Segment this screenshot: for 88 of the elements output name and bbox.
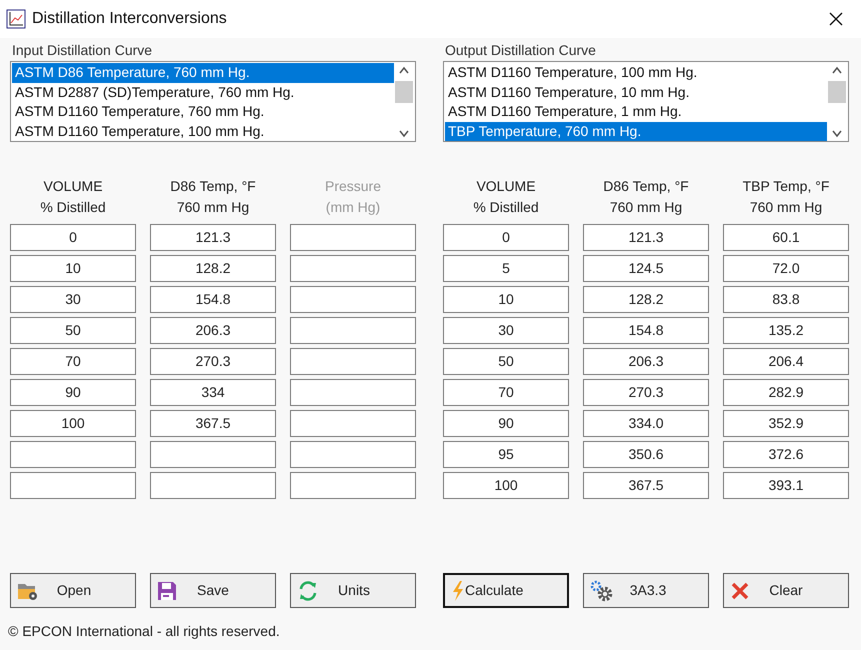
input-field[interactable]: 270.3 bbox=[150, 348, 276, 375]
input-field[interactable]: 83.8 bbox=[723, 286, 849, 313]
input-field[interactable]: 372.6 bbox=[723, 441, 849, 468]
input-field[interactable]: 0 bbox=[10, 224, 136, 251]
input-field[interactable] bbox=[290, 472, 416, 499]
input-field[interactable] bbox=[10, 441, 136, 468]
input-field[interactable]: 90 bbox=[443, 410, 569, 437]
input-field[interactable]: 50 bbox=[10, 317, 136, 344]
column-heading: Pressure (mm Hg) bbox=[324, 177, 382, 217]
input-field[interactable] bbox=[290, 255, 416, 282]
input-field[interactable]: 154.8 bbox=[583, 317, 709, 344]
scroll-thumb[interactable] bbox=[828, 81, 846, 103]
input-field[interactable]: 367.5 bbox=[583, 472, 709, 499]
input-field[interactable]: 334.0 bbox=[583, 410, 709, 437]
list-item[interactable]: ASTM D1160 Temperature, 10 mm Hg. bbox=[445, 82, 827, 102]
input-field[interactable]: 393.1 bbox=[723, 472, 849, 499]
column-heading: D86 Temp, °F 760 mm Hg bbox=[602, 177, 690, 217]
list-item[interactable]: ASTM D2887 (SD)Temperature, 760 mm Hg. bbox=[12, 82, 394, 102]
input-field[interactable] bbox=[150, 441, 276, 468]
input-curve-listbox[interactable]: ASTM D86 Temperature, 760 mm Hg. ASTM D2887 (SD)Temperature, 760 mm Hg. ASTM D1160 Temperature, 760 mm Hg. ASTM D1160 Temperature, 100 mm Hg. bbox=[10, 61, 416, 142]
close-icon bbox=[730, 580, 750, 600]
input-field[interactable]: 60.1 bbox=[723, 224, 849, 251]
input-field[interactable] bbox=[290, 441, 416, 468]
input-field[interactable]: 128.2 bbox=[150, 255, 276, 282]
input-field[interactable]: 95 bbox=[443, 441, 569, 468]
input-field[interactable]: 0 bbox=[443, 224, 569, 251]
input-field[interactable]: 206.3 bbox=[150, 317, 276, 344]
open-button[interactable]: Open bbox=[10, 573, 136, 608]
window-title: Distillation Interconversions bbox=[32, 9, 227, 29]
input-field[interactable]: 206.4 bbox=[723, 348, 849, 375]
input-field[interactable]: 121.3 bbox=[583, 224, 709, 251]
scroll-thumb[interactable] bbox=[395, 81, 413, 103]
input-field[interactable] bbox=[290, 286, 416, 313]
refresh-icon bbox=[297, 580, 319, 602]
input-field[interactable]: 5 bbox=[443, 255, 569, 282]
column-heading: TBP Temp, °F 760 mm Hg bbox=[742, 177, 830, 217]
input-curve-label: Input Distillation Curve bbox=[12, 42, 154, 59]
column-heading: VOLUME % Distilled bbox=[39, 177, 107, 217]
input-field[interactable] bbox=[290, 348, 416, 375]
input-field[interactable] bbox=[290, 379, 416, 406]
output-curve-listbox[interactable]: ASTM D1160 Temperature, 100 mm Hg. ASTM D1160 Temperature, 10 mm Hg. ASTM D1160 Temperature, 1 mm Hg. TBP Temperature, 760 mm Hg. bbox=[443, 61, 849, 142]
input-field[interactable]: 154.8 bbox=[150, 286, 276, 313]
copyright-text: © EPCON International - all rights reserved. bbox=[8, 622, 280, 641]
input-field[interactable]: 70 bbox=[10, 348, 136, 375]
input-field[interactable]: 270.3 bbox=[583, 379, 709, 406]
column-heading: VOLUME % Distilled bbox=[472, 177, 540, 217]
input-field[interactable]: 70 bbox=[443, 379, 569, 406]
input-field[interactable]: 206.3 bbox=[583, 348, 709, 375]
input-field[interactable]: 282.9 bbox=[723, 379, 849, 406]
list-item[interactable]: ASTM D1160 Temperature, 760 mm Hg. bbox=[12, 102, 394, 122]
column-heading: D86 Temp, °F 760 mm Hg bbox=[169, 177, 257, 217]
input-field[interactable]: 100 bbox=[443, 472, 569, 499]
output-curve-label: Output Distillation Curve bbox=[445, 42, 597, 59]
input-field[interactable]: 90 bbox=[10, 379, 136, 406]
input-field[interactable]: 334 bbox=[150, 379, 276, 406]
input-field[interactable]: 352.9 bbox=[723, 410, 849, 437]
input-field[interactable]: 135.2 bbox=[723, 317, 849, 344]
input-field[interactable]: 10 bbox=[10, 255, 136, 282]
input-field[interactable]: 30 bbox=[443, 317, 569, 344]
calculate-button[interactable]: Calculate bbox=[443, 573, 569, 608]
input-field[interactable] bbox=[290, 317, 416, 344]
input-field[interactable]: 367.5 bbox=[150, 410, 276, 437]
gear-button[interactable]: 3A3.3 bbox=[583, 573, 709, 608]
lightning-icon bbox=[451, 580, 465, 602]
list-item[interactable]: ASTM D1160 Temperature, 100 mm Hg. bbox=[445, 63, 827, 83]
gears-icon bbox=[590, 580, 614, 602]
input-field[interactable] bbox=[290, 410, 416, 437]
input-field[interactable] bbox=[150, 472, 276, 499]
input-field[interactable]: 50 bbox=[443, 348, 569, 375]
input-field[interactable]: 124.5 bbox=[583, 255, 709, 282]
units-button[interactable]: Units bbox=[290, 573, 416, 608]
list-item[interactable]: ASTM D1160 Temperature, 100 mm Hg. bbox=[12, 122, 394, 142]
input-field[interactable]: 121.3 bbox=[150, 224, 276, 251]
list-item[interactable]: TBP Temperature, 760 mm Hg. bbox=[445, 122, 827, 142]
input-field[interactable]: 100 bbox=[10, 410, 136, 437]
chart-icon bbox=[6, 9, 26, 29]
input-field[interactable]: 10 bbox=[443, 286, 569, 313]
close-icon[interactable] bbox=[829, 12, 843, 26]
list-item[interactable]: ASTM D86 Temperature, 760 mm Hg. bbox=[12, 63, 394, 83]
input-field[interactable]: 128.2 bbox=[583, 286, 709, 313]
input-field[interactable] bbox=[290, 224, 416, 251]
input-field[interactable]: 350.6 bbox=[583, 441, 709, 468]
list-item[interactable]: ASTM D1160 Temperature, 1 mm Hg. bbox=[445, 102, 827, 122]
clear-button[interactable]: Clear bbox=[723, 573, 849, 608]
input-field[interactable]: 30 bbox=[10, 286, 136, 313]
input-field[interactable]: 72.0 bbox=[723, 255, 849, 282]
input-field[interactable] bbox=[10, 472, 136, 499]
save-button[interactable]: Save bbox=[150, 573, 276, 608]
